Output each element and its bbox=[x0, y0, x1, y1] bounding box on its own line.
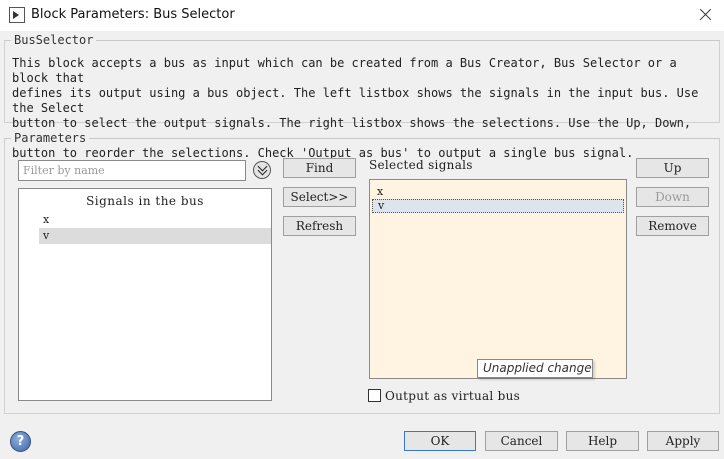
signals-in-bus-list[interactable]: Signals in the bus x v bbox=[18, 188, 272, 401]
up-button[interactable]: Up bbox=[636, 158, 709, 178]
signal-item-x[interactable]: x bbox=[19, 212, 271, 228]
parameters-group-label: Parameters bbox=[11, 131, 90, 145]
ok-button[interactable]: OK bbox=[404, 431, 476, 451]
refresh-button[interactable]: Refresh bbox=[283, 216, 356, 236]
help-icon[interactable]: ? bbox=[10, 431, 31, 452]
busselector-group-label: BusSelector bbox=[11, 33, 97, 47]
unapplied-change-tooltip: Unapplied change bbox=[477, 359, 593, 378]
selected-signal-v[interactable]: v bbox=[372, 199, 624, 213]
signals-list-header: Signals in the bus bbox=[86, 194, 204, 208]
apply-button[interactable]: Apply bbox=[647, 431, 719, 451]
title-bar: Block Parameters: Bus Selector bbox=[0, 0, 724, 31]
find-button[interactable]: Find bbox=[283, 158, 356, 178]
cancel-button[interactable]: Cancel bbox=[485, 431, 558, 451]
signal-item-v[interactable]: v bbox=[39, 228, 271, 244]
help-button[interactable]: Help bbox=[566, 431, 639, 451]
selected-signals-list[interactable]: x v bbox=[369, 179, 627, 379]
block-app-icon bbox=[9, 7, 25, 23]
filter-input[interactable] bbox=[18, 160, 246, 181]
output-virtual-bus-label: Output as virtual bus bbox=[385, 389, 521, 403]
filter-options-icon[interactable] bbox=[253, 161, 271, 179]
window-title: Block Parameters: Bus Selector bbox=[31, 7, 235, 22]
select-button[interactable]: Select>> bbox=[283, 187, 356, 207]
close-icon[interactable] bbox=[694, 3, 718, 27]
selected-signal-x[interactable]: x bbox=[372, 185, 624, 199]
output-virtual-bus-checkbox[interactable] bbox=[368, 389, 381, 402]
selected-signals-label: Selected signals bbox=[369, 158, 473, 172]
down-button[interactable]: Down bbox=[636, 187, 709, 207]
remove-button[interactable]: Remove bbox=[636, 216, 709, 236]
